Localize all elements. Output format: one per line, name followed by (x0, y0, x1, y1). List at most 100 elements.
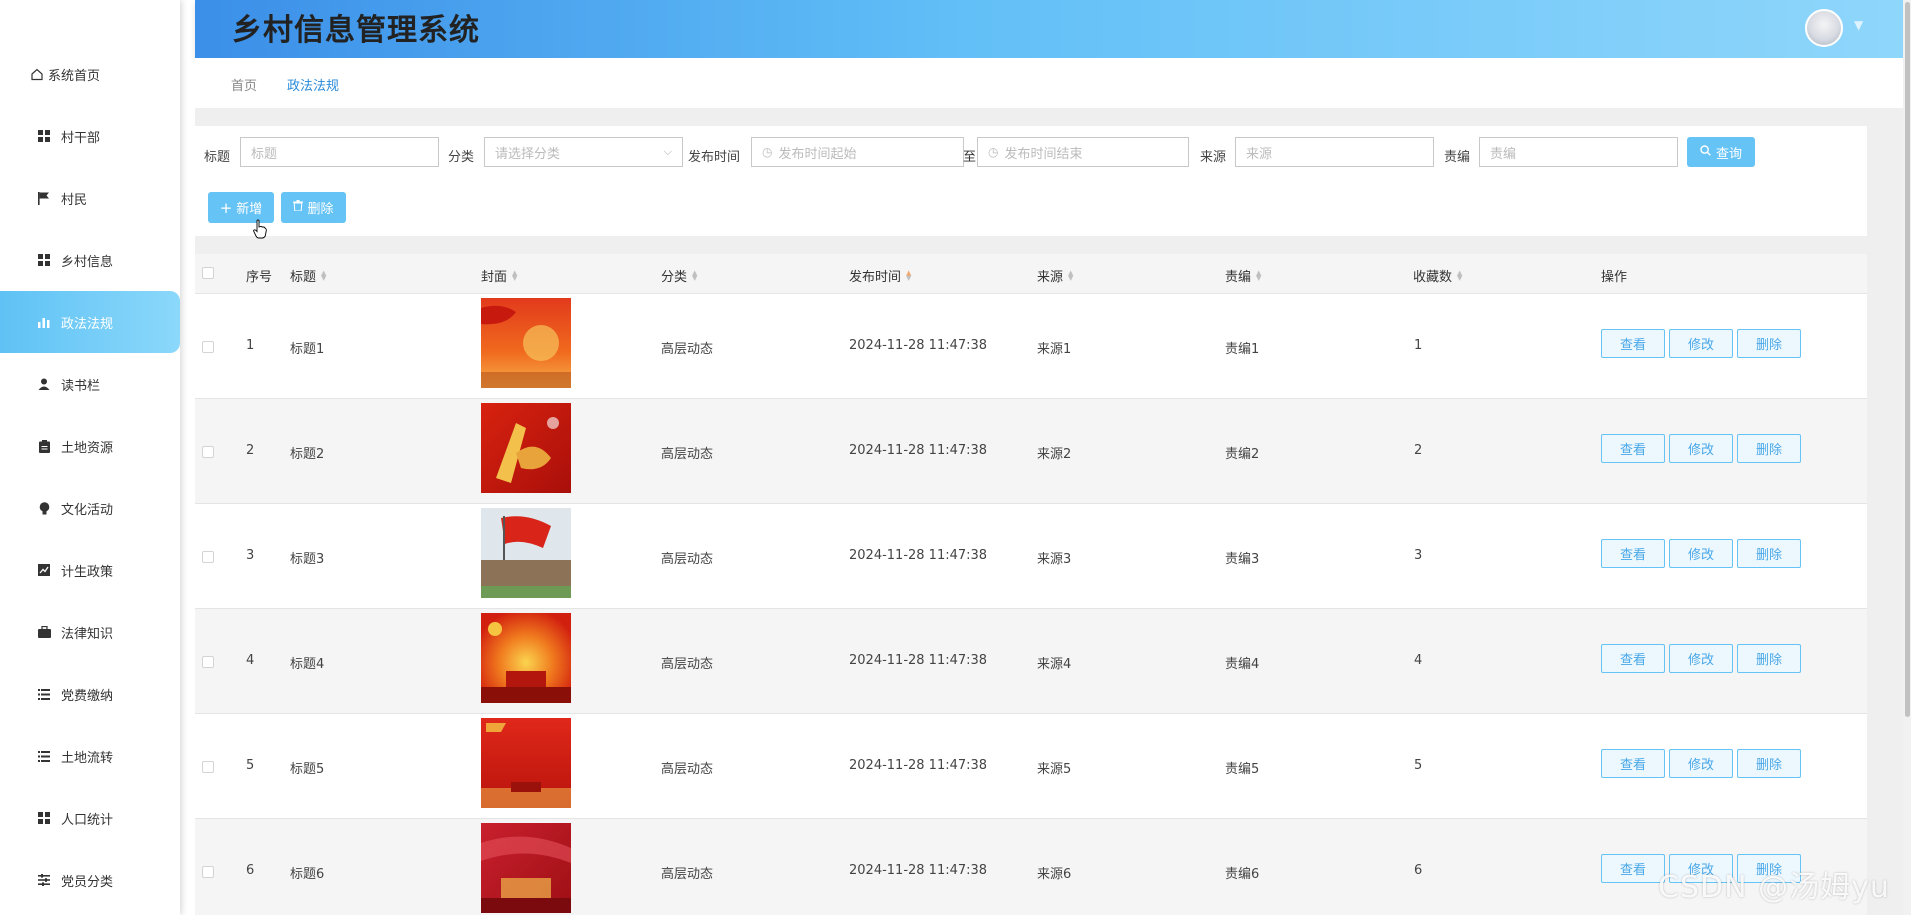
view-button[interactable]: 查看 (1601, 539, 1665, 568)
edit-button[interactable]: 修改 (1669, 434, 1733, 463)
category-filter-label: 分类 (448, 150, 475, 165)
cell-category: 高层动态 (661, 342, 714, 357)
cell-favorites: 5 (1414, 758, 1423, 773)
cell-favorites: 4 (1414, 653, 1423, 668)
sidebar-item-label: 法律知识 (61, 626, 114, 642)
sidebar-item-legal-knowledge[interactable]: 法律知识 (0, 601, 180, 663)
time-end-input[interactable]: ◷ 发布时间结束 (977, 137, 1189, 167)
flag-icon (37, 191, 51, 205)
sidebar-item-villagers[interactable]: 村民 (0, 167, 180, 229)
edit-button[interactable]: 修改 (1669, 329, 1733, 358)
header-favorites[interactable]: 收藏数 ▲ ▼ (1413, 266, 1462, 285)
search-button[interactable]: 查询 (1687, 137, 1755, 167)
search-button-label: 查询 (1715, 146, 1742, 162)
batch-delete-button-label: 删除 (307, 202, 334, 217)
delete-button[interactable]: 删除 (1737, 749, 1801, 778)
view-button[interactable]: 查看 (1601, 434, 1665, 463)
cell-publish-time: 2024-11-28 11:47:38 (849, 443, 988, 458)
row-checkbox[interactable] (202, 761, 214, 773)
row-checkbox[interactable] (202, 341, 214, 353)
view-button[interactable]: 查看 (1601, 644, 1665, 673)
avatar[interactable] (1805, 9, 1843, 47)
category-select[interactable]: 请选择分类 ⌵ (484, 137, 683, 167)
time-range-separator: 至 (963, 150, 977, 165)
filter-panel: 标题 标题 分类 请选择分类 ⌵ 发布时间 ◷ 发布时间起始 至 ◷ 发布时间结… (195, 126, 1867, 239)
chevron-down-icon[interactable]: ▼ (1854, 18, 1863, 32)
header-category[interactable]: 分类 ▲ ▼ (661, 266, 697, 285)
header-editor[interactable]: 责编 ▲ ▼ (1225, 266, 1261, 285)
title-filter-input[interactable]: 标题 (240, 137, 439, 167)
trash-icon (293, 200, 304, 215)
cell-source: 来源4 (1037, 657, 1072, 672)
cover-image (481, 718, 571, 808)
sidebar-item-label: 乡村信息 (61, 254, 114, 270)
sidebar-item-cadres[interactable]: 村干部 (0, 105, 180, 167)
row-checkbox[interactable] (202, 551, 214, 563)
time-start-placeholder: 发布时间起始 (778, 146, 857, 162)
time-start-input[interactable]: ◷ 发布时间起始 (751, 137, 964, 167)
sidebar-item-village-info[interactable]: 乡村信息 (0, 229, 180, 291)
view-button[interactable]: 查看 (1601, 854, 1665, 883)
clock-icon: ◷ (762, 145, 773, 159)
cell-source: 来源1 (1037, 342, 1072, 357)
sort-icon: ▲ ▼ (321, 268, 327, 282)
cell-editor: 责编2 (1225, 447, 1260, 462)
sidebar-item-home[interactable]: 系统首页 (0, 43, 180, 105)
sidebar-item-label: 系统首页 (48, 68, 101, 84)
delete-button[interactable]: 删除 (1737, 434, 1801, 463)
cover-image (481, 403, 571, 493)
row-checkbox[interactable] (202, 866, 214, 878)
header-cover[interactable]: 封面 ▲ ▼ (481, 266, 517, 285)
sidebar-item-land-resources[interactable]: 土地资源 (0, 415, 180, 477)
cell-editor: 责编1 (1225, 342, 1260, 357)
select-all-checkbox[interactable] (202, 267, 214, 279)
batch-delete-button[interactable]: 删除 (281, 192, 346, 223)
cell-category: 高层动态 (661, 762, 714, 777)
row-checkbox[interactable] (202, 656, 214, 668)
page-scrollbar-thumb[interactable] (1905, 2, 1910, 717)
header-category-label: 分类 (661, 270, 688, 285)
delete-button[interactable]: 删除 (1737, 644, 1801, 673)
sidebar-item-label: 党员分类 (61, 874, 114, 890)
header-favorites-label: 收藏数 (1413, 270, 1453, 285)
cell-title: 标题1 (290, 342, 325, 357)
editor-filter-input[interactable]: 责编 (1479, 137, 1678, 167)
edit-button[interactable]: 修改 (1669, 749, 1733, 778)
header-source[interactable]: 来源 ▲ ▼ (1037, 266, 1073, 285)
sidebar-item-population[interactable]: 人口统计 (0, 787, 180, 849)
source-filter-input[interactable]: 来源 (1235, 137, 1434, 167)
edit-button[interactable]: 修改 (1669, 539, 1733, 568)
view-button[interactable]: 查看 (1601, 329, 1665, 358)
sidebar-item-family-policy[interactable]: 计生政策 (0, 539, 180, 601)
header-title[interactable]: 标题 ▲ ▼ (290, 266, 326, 285)
delete-button[interactable]: 删除 (1737, 539, 1801, 568)
editor-filter-label: 责编 (1444, 150, 1471, 165)
table-row: 6 标题6 高层动态 2024-11-28 11:47:38 来源6 责编6 6… (195, 819, 1867, 915)
cell-index: 6 (246, 863, 255, 878)
sort-icon: ▲ ▼ (1068, 268, 1074, 282)
header-publish-time[interactable]: 发布时间 ▲ ▼ (849, 266, 911, 285)
row-checkbox[interactable] (202, 446, 214, 458)
sidebar: 系统首页 村干部 村民 乡村信息 政法法规 读书栏 土地资源 文化活动 计生政策… (0, 0, 180, 915)
sidebar-item-land-transfer[interactable]: 土地流转 (0, 725, 180, 787)
sidebar-item-party-members[interactable]: 党员分类 (0, 849, 180, 911)
sort-icon: ▲ ▼ (1457, 268, 1463, 282)
sidebar-item-party-fee[interactable]: 党费缴纳 (0, 663, 180, 725)
cell-index: 1 (246, 338, 255, 353)
breadcrumb: 首页 政法法规 (195, 58, 1903, 108)
sidebar-item-laws[interactable]: 政法法规 (0, 291, 180, 353)
sidebar-item-reading[interactable]: 读书栏 (0, 353, 180, 415)
cell-index: 3 (246, 548, 255, 563)
edit-button[interactable]: 修改 (1669, 644, 1733, 673)
time-end-placeholder: 发布时间结束 (1004, 146, 1083, 162)
delete-button[interactable]: 删除 (1737, 329, 1801, 358)
sidebar-item-culture[interactable]: 文化活动 (0, 477, 180, 539)
sidebar-item-label: 政法法规 (61, 316, 114, 332)
briefcase-icon (37, 625, 51, 639)
breadcrumb-home[interactable]: 首页 (231, 75, 257, 94)
cell-source: 来源5 (1037, 762, 1072, 777)
bulb-icon (37, 501, 51, 515)
sort-icon: ▲ ▼ (1256, 268, 1262, 282)
view-button[interactable]: 查看 (1601, 749, 1665, 778)
watermark: CSDN @汤姆yu (1658, 870, 1890, 905)
